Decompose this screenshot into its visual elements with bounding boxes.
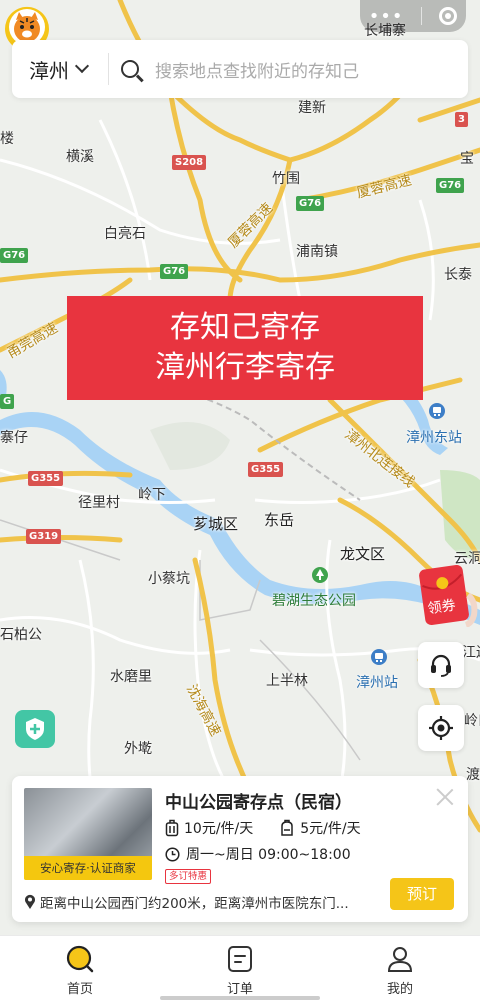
road-shield: G76 [160,264,189,279]
backpack-icon [281,819,293,836]
storage-point-card[interactable]: 安心寄存·认证商家 中山公园寄存点（民宿） 10元/件/天 5元/件/天 周一~… [12,776,468,922]
map-label: 横溪 [66,149,94,165]
map-label: 上半林 [266,673,308,689]
map-label: 寨仔 [0,430,28,446]
map-label: 石柏公 [0,627,42,643]
book-button[interactable]: 预订 [390,878,454,910]
city-selector[interactable]: 漳州 [12,55,108,84]
city-name: 漳州 [29,58,69,83]
map-label: 渡 [466,767,480,783]
close-icon[interactable] [434,786,456,808]
map-label: 龙文区 [340,545,386,563]
map-label: 径里村 [78,495,120,511]
capsule-divider [420,7,422,25]
hours-text: 周一~周日 09:00~18:00 [186,847,351,863]
promo-badge: 多订特惠 [165,869,212,884]
distance-text: 距离中山公园西门约200米，距离漳州市医院东门... [40,896,349,912]
price-row: 10元/件/天 5元/件/天 [165,818,387,838]
location-pin-icon [25,894,35,909]
bag-price: 5元/件/天 [279,818,361,838]
map-label: 浦南镇 [296,244,338,260]
shield-plus-icon [26,718,44,740]
map-label: 碧湖生态公园 [272,593,356,609]
banner-line-1: 存知己寄存 [170,310,320,345]
locate-button[interactable] [418,705,464,751]
safety-shield-button[interactable] [15,710,55,748]
road-shield: G [0,394,15,409]
road-shield: S208 [172,155,207,170]
profile-icon [387,947,413,972]
road-shield: G76 [436,178,465,193]
certified-tag: 安心寄存·认证商家 [24,856,152,880]
customer-service-button[interactable] [418,642,464,688]
banner-line-2: 漳州行李寄存 [155,350,335,385]
distance-info: 距离中山公园西门约200米，距离漳州市医院东门... [24,892,376,912]
search-input[interactable]: 搜索地点查找附近的存知己 [155,57,359,82]
map-label: 岭下 [138,487,166,503]
map-label: 外墘 [124,741,152,757]
home-indicator [160,996,320,1000]
home-search-icon [66,945,94,973]
road-shield: G319 [26,529,62,544]
map-label: 漳州东站 [406,430,462,446]
chevron-down-icon [74,58,90,74]
more-dots-icon[interactable]: ••• [369,6,404,27]
map-label: 宝 [460,151,474,167]
park-icon [312,567,328,583]
map-label: 江边 [462,645,480,661]
road-shield: G355 [28,471,64,486]
tab-home[interactable]: 首页 [0,936,160,1001]
bottom-tab-bar: 首页 订单 我的 [0,935,480,1001]
road-shield: 3 [455,112,468,127]
tab-label: 首页 [66,982,93,997]
locate-icon [429,716,453,740]
map-label: 小蔡坑 [148,571,190,587]
tab-profile[interactable]: 我的 [320,936,480,1001]
train-station-icon [371,649,387,665]
headset-icon [431,654,451,677]
order-icon [228,946,252,972]
road-shield: G76 [296,196,325,211]
luggage-price: 10元/件/天 [165,818,253,838]
bag-price-text: 5元/件/天 [300,821,361,837]
map-label: 岭口 [464,713,480,729]
map-label: 竹围 [272,171,300,187]
map-label: 东岳 [264,511,295,529]
luggage-price-text: 10元/件/天 [184,821,254,837]
map-label: 水磨里 [110,669,152,685]
storage-title: 中山公园寄存点（民宿） [165,793,352,813]
map-label: 长泰 [444,267,472,283]
opening-hours: 周一~周日 09:00~18:00 [165,844,351,864]
suitcase-icon [165,819,179,837]
road-shield: G355 [248,462,284,477]
map-label: 建新 [298,100,326,116]
close-target-icon[interactable] [439,7,458,25]
tab-label: 我的 [386,982,413,997]
search-bar: 漳州 搜索地点查找附近的存知己 [12,40,468,98]
search-divider [108,53,109,85]
train-station-icon [429,403,445,419]
map-label: 楼 [0,131,14,147]
coupon-red-packet[interactable]: 领券 [418,565,478,627]
map-label: 漳州站 [356,675,398,691]
miniapp-capsule[interactable]: ••• [360,0,466,32]
tab-label: 订单 [226,982,253,997]
road-shield: G76 [0,248,29,263]
search-icon [121,60,139,78]
clock-icon [165,846,180,862]
tab-orders[interactable]: 订单 [160,936,320,1001]
promo-banner: 存知己寄存 漳州行李寄存 [67,296,423,400]
storage-photo: 安心寄存·认证商家 [24,788,152,880]
map-label: 白亮石 [104,226,146,242]
map-label: 芗城区 [193,515,239,533]
